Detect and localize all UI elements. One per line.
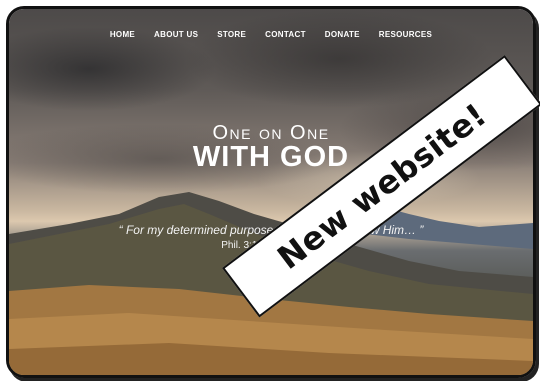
top-navigation: HOME ABOUT US STORE CONTACT DONATE RESOU… [9, 30, 533, 39]
nav-about-us[interactable]: ABOUT US [154, 30, 198, 39]
nav-contact[interactable]: CONTACT [265, 30, 306, 39]
website-screenshot-frame: HOME ABOUT US STORE CONTACT DONATE RESOU… [6, 6, 536, 378]
hero-background: HOME ABOUT US STORE CONTACT DONATE RESOU… [9, 9, 533, 375]
nav-store[interactable]: STORE [217, 30, 246, 39]
nav-donate[interactable]: DONATE [325, 30, 360, 39]
nav-home[interactable]: HOME [110, 30, 135, 39]
nav-resources[interactable]: RESOURCES [379, 30, 432, 39]
mountain-landscape [9, 192, 533, 375]
